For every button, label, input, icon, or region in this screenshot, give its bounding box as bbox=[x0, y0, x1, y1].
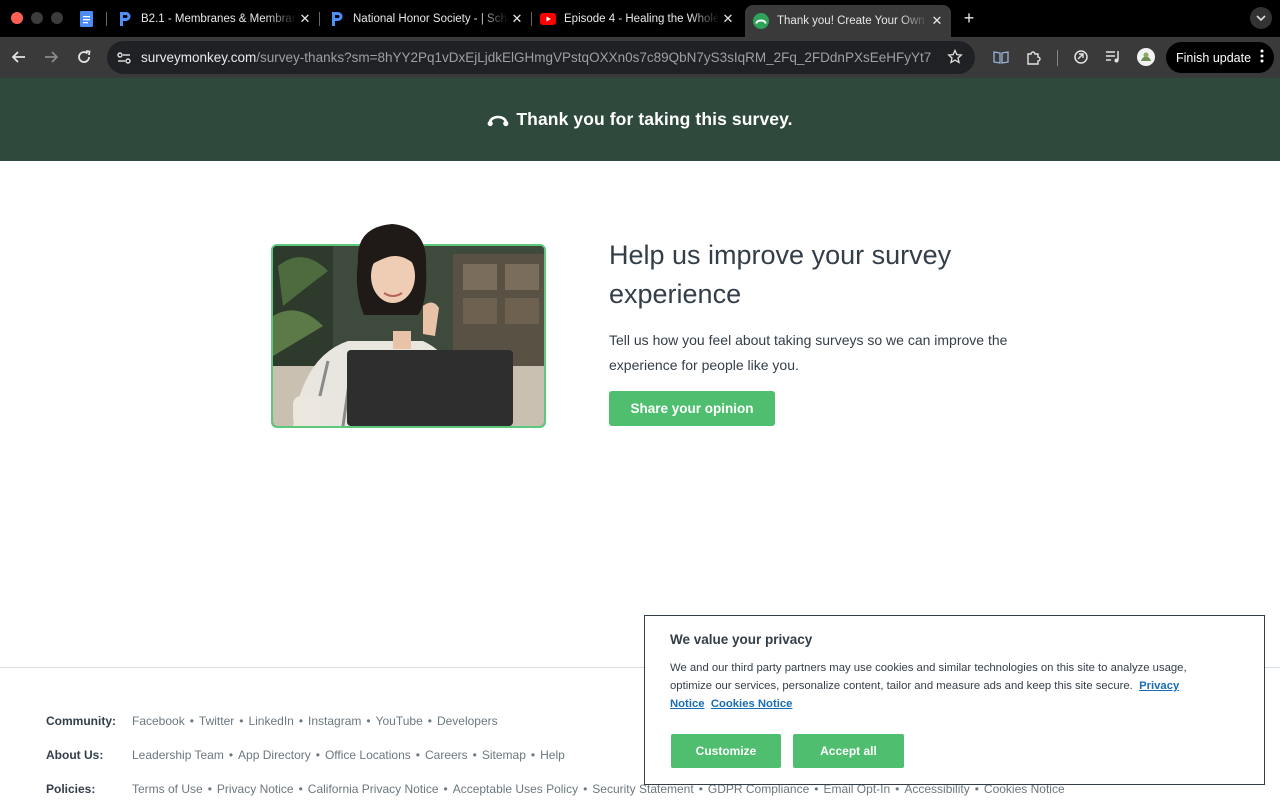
tab-b2-membranes[interactable]: B2.1 - Membranes & Membrane ✕ bbox=[117, 5, 313, 32]
tab-separator bbox=[319, 12, 320, 26]
footer-link[interactable]: Office Locations bbox=[325, 748, 411, 762]
footer-separator: • bbox=[298, 782, 303, 796]
finish-update-button[interactable]: Finish update bbox=[1166, 42, 1274, 73]
browser-toolbar: surveymonkey.com/survey-thanks?sm=8hYY2P… bbox=[0, 37, 1280, 78]
footer-link[interactable]: Twitter bbox=[199, 714, 234, 728]
footer-separator: • bbox=[239, 714, 244, 728]
footer-separator: • bbox=[583, 782, 588, 796]
footer-separator: • bbox=[366, 714, 371, 728]
footer-separator: • bbox=[228, 748, 234, 762]
zoom-window-button[interactable] bbox=[51, 12, 63, 24]
footer-separator: • bbox=[315, 748, 320, 762]
footer-link[interactable]: Privacy Notice bbox=[217, 782, 294, 796]
browser-tab-bar: B2.1 - Membranes & Membrane ✕ National H… bbox=[0, 0, 1280, 37]
footer-separator: • bbox=[530, 748, 536, 762]
minimize-window-button[interactable] bbox=[31, 12, 43, 24]
footer-separator: • bbox=[207, 782, 212, 796]
more-menu-icon[interactable] bbox=[1260, 49, 1264, 66]
footer-link[interactable]: Instagram bbox=[308, 714, 361, 728]
footer-link[interactable]: Acceptable Uses Policy bbox=[453, 782, 578, 796]
privacy-body: We and our third party partners may use … bbox=[670, 659, 1230, 713]
footer-link[interactable]: App Directory bbox=[238, 748, 311, 762]
toolbar-separator bbox=[1057, 50, 1058, 66]
banner-text: Thank you for taking this survey. bbox=[516, 109, 793, 129]
url-text: surveymonkey.com/survey-thanks?sm=8hYY2P… bbox=[141, 50, 931, 65]
media-controls-icon[interactable] bbox=[1103, 47, 1123, 67]
youtube-icon bbox=[540, 11, 556, 27]
accept-all-button[interactable]: Accept all bbox=[793, 734, 904, 768]
footer-link[interactable]: Terms of Use bbox=[132, 782, 203, 796]
tab-separator bbox=[106, 12, 107, 26]
surveymonkey-icon bbox=[753, 13, 769, 29]
footer-separator: • bbox=[415, 748, 420, 762]
customize-button[interactable]: Customize bbox=[671, 734, 781, 768]
tab-title: Thank you! Create Your Own Online Survey bbox=[777, 15, 929, 27]
tab-search-chevron-icon[interactable] bbox=[1250, 7, 1272, 29]
footer-row-label: Policies: bbox=[46, 782, 96, 796]
promo-photo-head bbox=[356, 224, 427, 315]
schoology-p-icon bbox=[329, 11, 345, 27]
footer-link[interactable]: Sitemap bbox=[482, 748, 526, 762]
footer-separator: • bbox=[298, 714, 304, 728]
surveymonkey-logo-icon bbox=[487, 112, 509, 128]
tab-title: B2.1 - Membranes & Membrane bbox=[141, 12, 297, 25]
footer-separator: • bbox=[427, 714, 432, 728]
tab-thank-you-active[interactable]: Thank you! Create Your Own Online Survey… bbox=[745, 5, 951, 37]
profile-avatar-icon[interactable] bbox=[1136, 47, 1156, 67]
new-tab-button[interactable]: + bbox=[960, 8, 978, 29]
footer-separator: • bbox=[472, 748, 477, 762]
url-path: /survey-thanks?sm=8hYY2Pq1vDxEjLjdkElGHm… bbox=[256, 50, 931, 65]
footer-link[interactable]: California Privacy Notice bbox=[308, 782, 439, 796]
forward-arrow-icon[interactable] bbox=[41, 47, 61, 67]
tab-national-honor-society[interactable]: National Honor Society - | Schoology ✕ bbox=[329, 5, 525, 32]
tab-close-icon[interactable]: ✕ bbox=[929, 13, 945, 29]
extensions-puzzle-icon[interactable] bbox=[1024, 47, 1044, 67]
reload-icon[interactable] bbox=[74, 47, 94, 67]
footer-separator: • bbox=[189, 714, 194, 728]
promo-title: Help us improve your survey experience bbox=[609, 240, 952, 309]
thank-you-banner: Thank you for taking this survey. bbox=[0, 78, 1280, 161]
footer-link[interactable]: LinkedIn bbox=[248, 714, 293, 728]
privacy-title: We value your privacy bbox=[670, 632, 813, 647]
footer-row-label: Community: bbox=[46, 714, 116, 728]
tab-close-icon[interactable]: ✕ bbox=[720, 11, 736, 27]
footer-link[interactable]: Careers bbox=[425, 748, 468, 762]
cookies-notice-link[interactable]: Cookies Notice bbox=[711, 698, 793, 710]
schoology-p-icon bbox=[117, 11, 133, 27]
privacy-dialog: We value your privacy We and our third p… bbox=[644, 615, 1265, 785]
finish-update-label: Finish update bbox=[1176, 50, 1252, 65]
tab-separator bbox=[531, 12, 532, 26]
google-docs-icon bbox=[78, 10, 94, 27]
back-arrow-icon[interactable] bbox=[9, 47, 29, 67]
tab-title: Episode 4 - Healing the Whole bbox=[564, 12, 720, 25]
footer-link[interactable]: Developers bbox=[437, 714, 498, 728]
address-bar[interactable]: surveymonkey.com/survey-thanks?sm=8hYY2P… bbox=[107, 41, 975, 74]
footer-link[interactable]: Leadership Team bbox=[132, 748, 224, 762]
footer-links: Facebook • Twitter • LinkedIn • Instagram • YouT… bbox=[132, 714, 498, 728]
extension-loop-icon[interactable] bbox=[1071, 47, 1091, 67]
close-window-button[interactable] bbox=[11, 12, 23, 24]
footer-link[interactable]: YouTube bbox=[376, 714, 423, 728]
tab-episode-4[interactable]: Episode 4 - Healing the Whole ✕ bbox=[540, 5, 736, 32]
url-host: surveymonkey.com bbox=[141, 50, 257, 65]
footer-links: Leadership Team • App Directory • Office Loc… bbox=[132, 748, 565, 762]
tab-google-docs[interactable] bbox=[78, 5, 98, 32]
bookmark-star-icon[interactable] bbox=[947, 48, 963, 65]
share-opinion-button[interactable]: Share your opinion bbox=[609, 391, 775, 426]
tab-close-icon[interactable]: ✕ bbox=[297, 11, 313, 27]
footer-separator: • bbox=[443, 782, 448, 796]
footer-row-label: About Us: bbox=[46, 748, 104, 762]
tab-close-icon[interactable]: ✕ bbox=[509, 11, 525, 27]
footer-link[interactable]: Help bbox=[540, 748, 565, 762]
privacy-body-text: We and our third party partners may use … bbox=[670, 662, 1187, 692]
tab-title: National Honor Society - | Schoology bbox=[353, 12, 509, 25]
site-settings-icon[interactable] bbox=[107, 51, 141, 64]
footer-link[interactable]: Facebook bbox=[132, 714, 185, 728]
reading-mode-icon[interactable] bbox=[991, 47, 1011, 67]
promo-body: Tell us how you feel about taking survey… bbox=[609, 332, 1008, 373]
